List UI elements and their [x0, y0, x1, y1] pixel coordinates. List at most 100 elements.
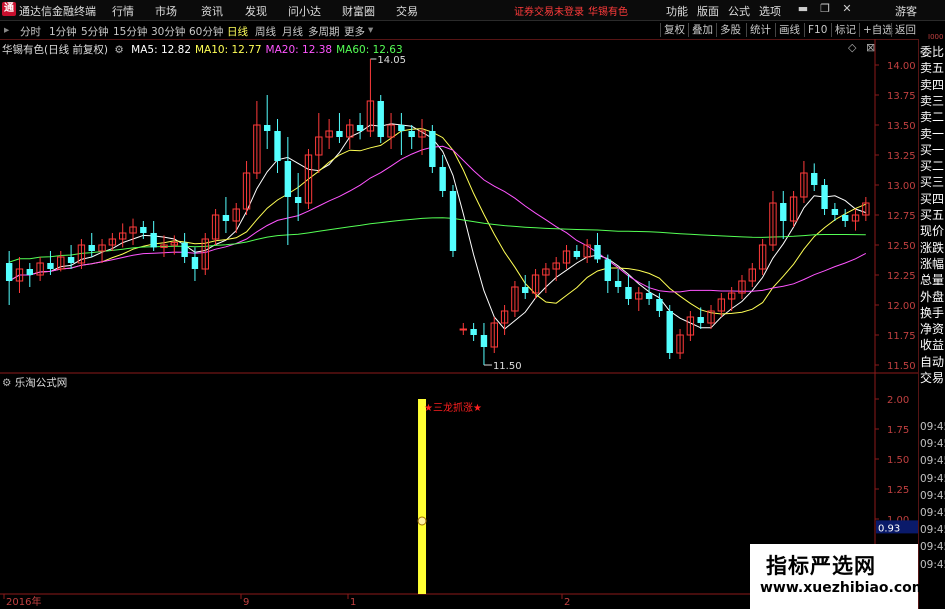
candle-body [573, 251, 581, 257]
side-item-13[interactable]: 涨幅 [920, 256, 944, 272]
watermark-url: www.xuezhibiao.com [760, 580, 927, 596]
maximize-icon[interactable]: ❐ [818, 2, 832, 16]
tab-60min[interactable]: 60分钟 [189, 24, 223, 39]
candle-body [625, 287, 632, 299]
candle-body [47, 263, 54, 269]
tab-1min[interactable]: 1分钟 [49, 24, 77, 39]
y-tick-label-10: 11.50 [887, 361, 916, 372]
candle-body [5, 263, 13, 281]
tab-multi-period[interactable]: 多周期 [308, 24, 340, 39]
candle-body [831, 209, 839, 215]
sub-y-tick-label-0: 2.00 [887, 395, 909, 406]
side-item-20[interactable]: 交易 [920, 370, 944, 386]
side-item-0[interactable]: 委比 [920, 44, 944, 60]
side-item-17[interactable]: 净资 [920, 321, 944, 337]
money-bag-icon [417, 516, 427, 526]
btn-fuquan[interactable]: 复权 [660, 23, 688, 37]
ma-values: MA5: 12.82 MA10: 12.77 MA20: 12.38 MA60: 12… [127, 44, 403, 56]
side-item-8[interactable]: 买三 [920, 174, 944, 190]
tab-more[interactable]: 更多 [344, 24, 365, 39]
expand-icon[interactable]: ⊠ [866, 41, 875, 54]
side-item-18[interactable]: 收益 [920, 337, 944, 353]
side-item-5[interactable]: 卖一 [920, 126, 944, 142]
btn-huaxian[interactable]: 画线 [775, 23, 803, 37]
menu-banmian[interactable]: 版面 [697, 3, 719, 19]
menu-jiaoyi[interactable]: 交易 [396, 3, 418, 19]
close-icon[interactable]: ✕ [840, 2, 854, 16]
tab-monthly[interactable]: 月线 [282, 24, 303, 39]
side-item-10[interactable]: 买五 [920, 207, 944, 223]
side-item-2[interactable]: 卖四 [920, 77, 944, 93]
sub-settings-gear-icon[interactable]: ⚙ [2, 377, 11, 389]
signal-group: ★三龙抓涨★ [417, 399, 482, 594]
side-item-3[interactable]: 卖三 [920, 93, 944, 109]
tab-5min[interactable]: 5分钟 [81, 24, 109, 39]
candle-body [645, 293, 653, 299]
btn-tongji[interactable]: 统计 [746, 23, 774, 37]
side-item-11[interactable]: 现价 [920, 223, 944, 239]
y-tick-label-0: 14.00 [887, 61, 916, 72]
menu-faxian[interactable]: 发现 [245, 3, 267, 19]
side-time-3: 09:45 [920, 472, 945, 485]
side-item-1[interactable]: 卖五 [920, 60, 944, 76]
side-item-16[interactable]: 换手 [920, 305, 944, 321]
btn-fanhui[interactable]: 返回 [891, 23, 919, 37]
menu-caifuquan[interactable]: 财富圈 [342, 3, 375, 19]
tab-weekly[interactable]: 周线 [255, 24, 276, 39]
candle-body [88, 245, 95, 251]
candles [5, 59, 870, 365]
tab-30min[interactable]: 30分钟 [151, 24, 185, 39]
side-item-6[interactable]: 买一 [920, 142, 944, 158]
side-item-15[interactable]: 外盘 [920, 289, 944, 305]
side-item-14[interactable]: 总量 [920, 272, 944, 288]
candle-body [408, 131, 415, 137]
ma10-line [8, 128, 866, 315]
side-corner-label: I000 [928, 33, 944, 41]
sub-info-line: ⚙ 乐淘公式网 [2, 375, 67, 390]
candle-body [377, 101, 384, 137]
candle-body [811, 173, 818, 185]
stock-name-title: 华锡有色 [588, 7, 628, 18]
side-item-19[interactable]: 自动 [920, 354, 944, 370]
login-notice[interactable]: 证券交易未登录 [514, 3, 584, 18]
side-item-12[interactable]: 涨跌 [920, 240, 944, 256]
y-tick-label-4: 13.00 [887, 181, 916, 192]
settings-gear-icon[interactable]: ⚙ [114, 44, 123, 56]
btn-diejia[interactable]: 叠加 [688, 23, 716, 37]
side-time-2: 09:45 [920, 455, 945, 468]
ma-value-1: MA10: 12.77 [195, 44, 262, 56]
low-label: 11.50 [493, 361, 522, 372]
menu-hangqing[interactable]: 行情 [112, 3, 134, 19]
menu-wenxiaoda[interactable]: 问小达 [288, 3, 321, 19]
menu-zixun[interactable]: 资讯 [201, 3, 223, 19]
menu-gongneng[interactable]: 功能 [666, 3, 688, 19]
side-time-1: 09:45 [920, 438, 945, 451]
more-dropdown-icon[interactable]: ▾ [368, 24, 373, 36]
diamond-icon[interactable]: ◇ [848, 41, 856, 54]
menu-gongshi[interactable]: 公式 [728, 3, 750, 19]
side-item-9[interactable]: 买四 [920, 191, 944, 207]
side-time-5: 09:45 [920, 507, 945, 519]
kline-chart[interactable]: 14.0511.50 14.00 13.75 13.50 13.25 13.00 12.7… [0, 39, 918, 609]
ma60-line [9, 217, 866, 263]
y-tick-label-5: 12.75 [887, 211, 916, 222]
tab-daily[interactable]: 日线 [227, 24, 248, 39]
ma20-line [8, 145, 867, 293]
toolbar-collapse-icon[interactable]: ▸ [4, 24, 9, 36]
side-item-7[interactable]: 买二 [920, 158, 944, 174]
btn-biaoji[interactable]: 标记 [831, 23, 859, 37]
tab-15min[interactable]: 15分钟 [113, 24, 147, 39]
menu-shichang[interactable]: 市场 [155, 3, 177, 19]
side-item-4[interactable]: 卖二 [920, 109, 944, 125]
btn-duogu[interactable]: 多股 [716, 23, 744, 37]
minimize-icon[interactable]: ▬ [796, 2, 810, 16]
y-tick-label-9: 11.75 [887, 331, 916, 342]
candle-body [191, 257, 199, 269]
btn-f10[interactable]: F10 [804, 23, 830, 37]
candle-body [821, 185, 828, 209]
candle-body [449, 191, 457, 251]
tab-fenshi[interactable]: 分时 [20, 24, 41, 39]
menu-xuanxiang[interactable]: 选项 [759, 3, 781, 19]
user-label[interactable]: 游客 [895, 3, 917, 19]
ma-value-0: MA5: 12.82 [131, 44, 191, 56]
